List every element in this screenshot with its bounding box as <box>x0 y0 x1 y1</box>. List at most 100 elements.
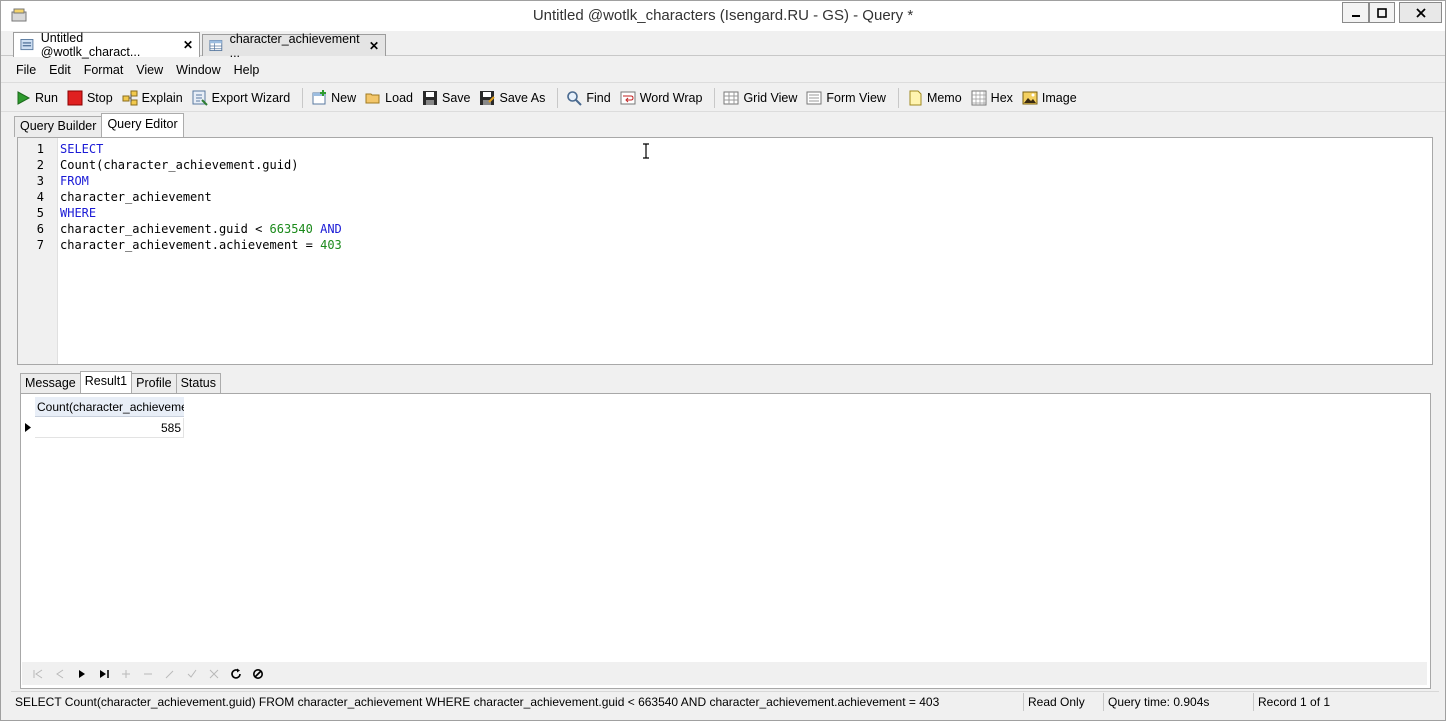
new-button[interactable]: New <box>311 89 356 106</box>
code-text: WHERE <box>60 205 96 221</box>
menu-file[interactable]: File <box>14 63 38 77</box>
menu-bar: File Edit Format View Window Help <box>1 58 1445 83</box>
image-label: Image <box>1041 90 1077 105</box>
tab-query-editor[interactable]: Query Editor <box>101 113 184 137</box>
code-line[interactable]: 6 character_achievement.guid < 663540 AND <box>18 221 1432 237</box>
hex-label: Hex <box>990 90 1013 105</box>
row-pointer-icon <box>25 423 31 432</box>
menu-format[interactable]: Format <box>82 63 126 77</box>
edit-record-button[interactable] <box>159 665 181 683</box>
code-line[interactable]: 5 WHERE <box>18 205 1432 221</box>
export-wizard-button[interactable]: Export Wizard <box>192 90 290 106</box>
menu-help[interactable]: Help <box>232 63 262 77</box>
window-title: Untitled @wotlk_characters (Isengard.RU … <box>532 7 914 24</box>
tab-message[interactable]: Message <box>20 373 81 393</box>
explain-button[interactable]: Explain <box>122 90 183 106</box>
code-text: character_achievement.achievement = 403 <box>60 237 342 253</box>
status-sql: SELECT Count(character_achievement.guid)… <box>11 692 1024 711</box>
refresh-button[interactable] <box>225 665 247 683</box>
form-view-button[interactable]: Form View <box>806 90 886 106</box>
save-as-label: Save As <box>499 90 546 105</box>
code-text: FROM <box>60 173 89 189</box>
doc-tab-table[interactable]: character_achievement ... ✕ <box>202 32 386 60</box>
hex-button[interactable]: Hex <box>971 90 1013 106</box>
code-line[interactable]: 7 character_achievement.achievement = 403 <box>18 237 1432 253</box>
form-view-label: Form View <box>826 90 886 105</box>
sql-token: character_achievement.guid < <box>60 222 270 236</box>
prev-record-button[interactable] <box>49 665 71 683</box>
word-wrap-button[interactable]: Word Wrap <box>620 90 703 106</box>
grid-icon <box>723 91 739 104</box>
add-record-button[interactable] <box>115 665 137 683</box>
sql-editor[interactable]: 1 SELECT 2 Count(character_achievement.guid… <box>17 137 1433 365</box>
code-text: character_achievement <box>60 189 212 205</box>
run-label: Run <box>35 90 58 105</box>
cancel-icon <box>253 668 263 679</box>
sql-keyword: AND <box>320 222 342 236</box>
code-line[interactable]: 3 FROM <box>18 173 1432 189</box>
grid-view-button[interactable]: Grid View <box>723 90 797 106</box>
table-row[interactable]: 585 <box>21 418 184 438</box>
tab-query-builder[interactable]: Query Builder <box>14 116 103 137</box>
stop-icon <box>67 90 83 105</box>
stop-button[interactable]: Stop <box>67 90 113 106</box>
doc-tab-label: character_achievement ... <box>229 31 360 60</box>
code-line[interactable]: 4 character_achievement <box>18 189 1432 205</box>
memo-button[interactable]: Memo <box>907 90 962 106</box>
code-text: Count(character_achievement.guid) <box>60 157 298 173</box>
apply-button[interactable] <box>181 665 203 683</box>
form-icon <box>806 91 822 104</box>
code-line[interactable]: 2 Count(character_achievement.guid) <box>18 157 1432 173</box>
last-icon <box>100 669 109 678</box>
maximize-button[interactable] <box>1369 2 1395 23</box>
grid-view-label: Grid View <box>743 90 798 105</box>
line-number: 1 <box>36 142 44 156</box>
save-button[interactable]: Save <box>422 90 471 106</box>
toolbar-separator <box>302 87 304 108</box>
sql-number: 663540 <box>269 222 313 236</box>
find-button[interactable]: Find <box>566 90 611 106</box>
load-label: Load <box>385 90 413 105</box>
column-header[interactable]: Count(character_achieveme <box>35 397 184 417</box>
load-button[interactable]: Load <box>365 90 413 106</box>
code-line[interactable]: 1 SELECT <box>18 141 1432 157</box>
sql-keyword: FROM <box>60 174 89 188</box>
menu-view[interactable]: View <box>134 63 165 77</box>
close-tab-icon[interactable]: ✕ <box>183 38 193 52</box>
prev-icon <box>56 669 64 678</box>
toolbar-separator <box>714 87 716 108</box>
close-tab-icon[interactable]: ✕ <box>369 39 379 53</box>
stop-fetch-button[interactable] <box>247 665 269 683</box>
explain-icon <box>122 90 138 105</box>
last-record-button[interactable] <box>93 665 115 683</box>
menu-edit[interactable]: Edit <box>47 63 73 77</box>
run-button[interactable]: Run <box>15 90 58 106</box>
toolbar-separator <box>557 87 559 108</box>
delete-record-button[interactable] <box>137 665 159 683</box>
save-label: Save <box>441 90 471 105</box>
table-cell[interactable]: 585 <box>35 418 184 438</box>
toolbar-separator <box>897 87 899 108</box>
tab-result1[interactable]: Result1 <box>79 371 133 393</box>
word-wrap-label: Word Wrap <box>639 90 703 105</box>
doc-tab-query[interactable]: Untitled @wotlk_charact... ✕ <box>13 31 200 59</box>
discard-button[interactable] <box>203 665 225 683</box>
menu-window[interactable]: Window <box>174 63 222 77</box>
next-record-button[interactable] <box>71 665 93 683</box>
tab-profile[interactable]: Profile <box>131 373 177 393</box>
close-button[interactable] <box>1399 2 1442 23</box>
document-tab-strip: Untitled @wotlk_charact... ✕ character_a… <box>1 31 1445 60</box>
image-button[interactable]: Image <box>1022 90 1077 106</box>
image-icon <box>1022 91 1038 104</box>
minimize-button[interactable] <box>1342 2 1369 23</box>
first-icon <box>33 669 43 678</box>
tab-status[interactable]: Status <box>175 373 221 393</box>
status-query-time: Query time: 0.904s <box>1104 692 1254 711</box>
minus-icon <box>144 673 152 674</box>
search-icon <box>567 90 583 106</box>
export-wizard-icon <box>192 90 208 106</box>
first-record-button[interactable] <box>27 665 49 683</box>
save-as-button[interactable]: Save As <box>479 90 545 106</box>
title-bar: Untitled @wotlk_characters (Isengard.RU … <box>1 1 1445 31</box>
result-grid: Count(character_achieveme 585 <box>20 393 1431 689</box>
